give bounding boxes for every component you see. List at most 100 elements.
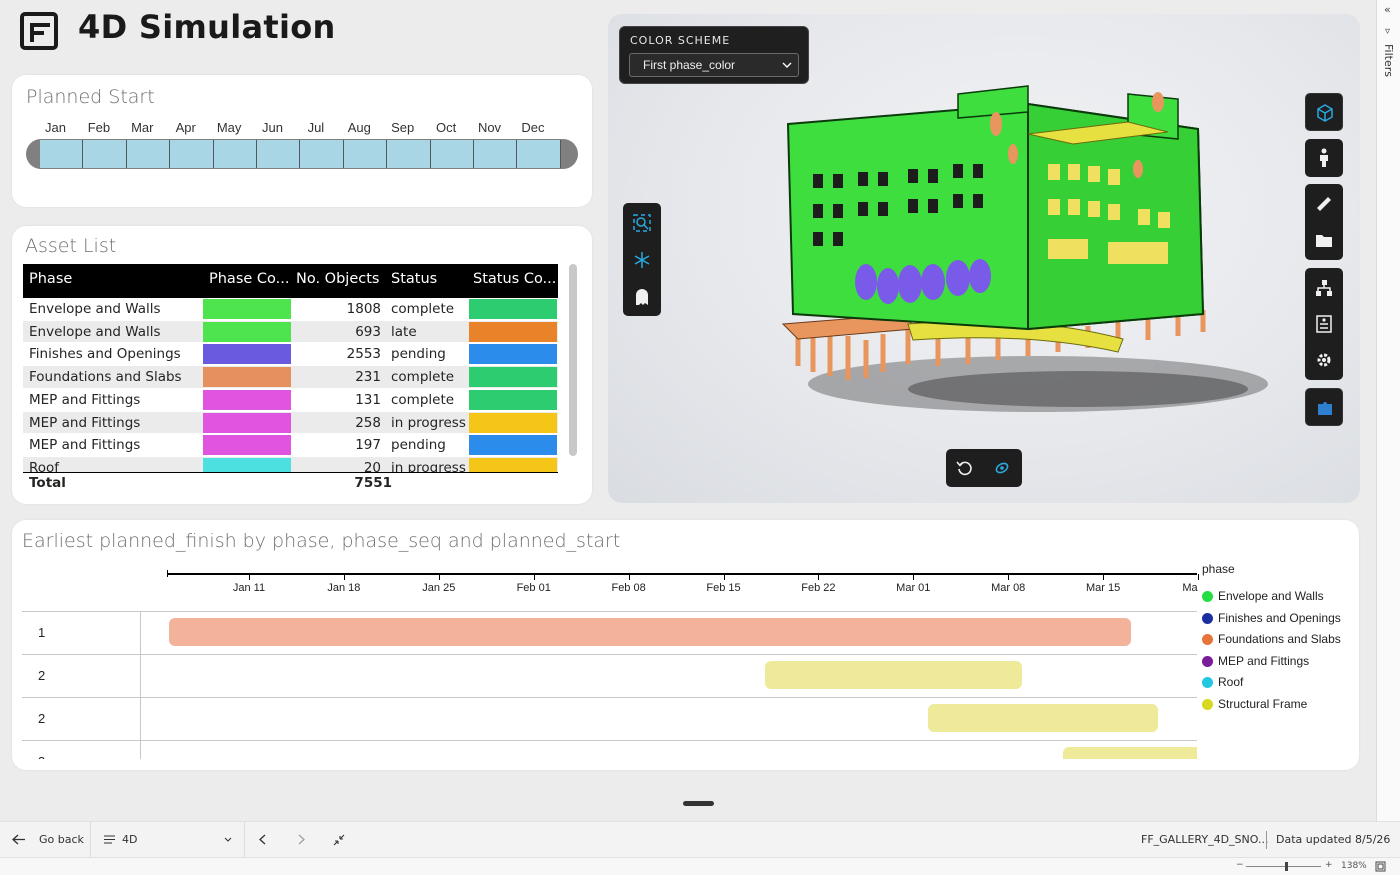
month-cell[interactable]: [126, 140, 171, 168]
month-cell[interactable]: [474, 140, 518, 168]
expand-filters-icon[interactable]: «: [1384, 3, 1391, 16]
axis-tick: [533, 574, 535, 580]
go-back-label: Go back: [39, 833, 84, 846]
month-cell[interactable]: [387, 140, 431, 168]
row-divider: [140, 655, 141, 698]
total-label: Total: [29, 475, 66, 491]
gantt-bar[interactable]: [765, 661, 1022, 689]
app-logo-icon: [20, 12, 58, 50]
next-page-icon[interactable]: [297, 834, 305, 845]
fit-page-icon[interactable]: [1375, 861, 1386, 872]
explode-button[interactable]: [624, 242, 660, 278]
column-header-phase-color[interactable]: Phase Co...: [209, 271, 289, 287]
zoom-level: 138%: [1341, 861, 1367, 871]
properties-icon: [1316, 315, 1332, 333]
reset-view-button[interactable]: [947, 450, 983, 486]
legend-title: phase: [1202, 562, 1235, 576]
collapse-icon[interactable]: [333, 834, 345, 846]
zoom-slider-thumb[interactable]: [1285, 862, 1288, 871]
walk-mode-button[interactable]: [1305, 139, 1343, 177]
axis-tick: [343, 574, 345, 580]
chevron-down-icon: [224, 837, 232, 842]
color-scheme-dropdown[interactable]: First phase_color: [629, 53, 799, 77]
measure-section-group: [1305, 184, 1343, 260]
month-slicer[interactable]: [26, 139, 578, 169]
zoom-out-icon[interactable]: −: [1236, 860, 1244, 870]
zoom-slider[interactable]: [1246, 866, 1321, 867]
axis-tick: [913, 574, 915, 580]
cell-status: complete: [391, 301, 455, 317]
gantt-bar[interactable]: [1063, 747, 1197, 759]
column-header-status-color[interactable]: Status Co...: [473, 271, 556, 287]
month-cell[interactable]: [83, 140, 127, 168]
month-label: Dec: [521, 120, 545, 135]
cell-objects: 258: [355, 414, 381, 431]
ghost-button[interactable]: [624, 279, 660, 315]
filters-pane[interactable]: « ▿ Filters: [1376, 0, 1400, 821]
filter-icon: ▿: [1385, 26, 1391, 37]
gantt-row-label: 3: [38, 754, 45, 759]
month-cell[interactable]: [40, 140, 84, 168]
cell-phase: Foundations and Slabs: [29, 369, 182, 386]
table-row[interactable]: MEP and Fittings 131 complete: [23, 388, 558, 412]
model-tools-group: [1305, 268, 1343, 380]
cell-objects: 693: [355, 323, 381, 340]
gantt-row: 3: [22, 740, 1197, 759]
gantt-row: 2: [22, 654, 1197, 698]
filters-label: Filters: [1382, 44, 1395, 77]
table-scrollbar[interactable]: [569, 264, 577, 456]
drag-handle[interactable]: [683, 801, 714, 806]
page-selector[interactable]: 4D: [104, 831, 234, 849]
table-row[interactable]: Envelope and Walls 1808 complete: [23, 298, 558, 321]
building-model[interactable]: [608, 14, 1360, 503]
column-header-phase[interactable]: Phase: [29, 271, 72, 287]
cell-phase: MEP and Fittings: [29, 437, 141, 454]
phase-color-swatch: [203, 299, 291, 319]
month-cell[interactable]: [300, 140, 344, 168]
table-row[interactable]: MEP and Fittings 258 in progress: [23, 411, 558, 435]
gantt-bar[interactable]: [169, 618, 1131, 646]
model-browser-button[interactable]: [1306, 270, 1342, 306]
zoom-fit-icon: [633, 214, 651, 232]
zoom-fit-button[interactable]: [624, 205, 660, 241]
cell-status: in progress: [391, 459, 466, 472]
column-header-objects[interactable]: No. Objects: [296, 271, 379, 287]
gantt-bar[interactable]: [928, 704, 1158, 732]
settings-button[interactable]: [1306, 342, 1342, 378]
column-header-status[interactable]: Status: [391, 271, 437, 287]
gantt-row-label: 2: [38, 668, 46, 683]
month-cell[interactable]: [343, 140, 388, 168]
3d-viewer[interactable]: COLOR SCHEME First phase_color: [608, 14, 1360, 503]
section-button[interactable]: [1306, 222, 1342, 258]
chevron-down-icon: [782, 62, 792, 68]
month-cell[interactable]: [213, 140, 257, 168]
axis-tick-label: Jan 25: [422, 582, 456, 594]
footer-divider: [1266, 831, 1267, 849]
phase-color-swatch: [203, 367, 291, 388]
gantt-row: 1: [22, 611, 1197, 655]
previous-page-icon[interactable]: [259, 834, 267, 845]
gantt-row-label: 2: [38, 711, 46, 726]
measure-button[interactable]: [1306, 186, 1342, 222]
orbit-button[interactable]: [984, 450, 1020, 486]
table-row[interactable]: Foundations and Slabs 231 complete: [23, 366, 558, 389]
view-cube-button[interactable]: [1305, 93, 1343, 131]
status-color-swatch: [469, 457, 557, 472]
row-divider: [140, 741, 141, 759]
properties-button[interactable]: [1306, 306, 1342, 342]
cell-phase: Finishes and Openings: [29, 346, 181, 363]
month-cell[interactable]: [430, 140, 474, 168]
month-cell[interactable]: [517, 140, 561, 168]
extensions-button[interactable]: [1305, 388, 1343, 426]
table-row[interactable]: MEP and Fittings 197 pending: [23, 434, 558, 457]
table-row[interactable]: Finishes and Openings 2553 pending: [23, 343, 558, 367]
zoom-in-icon[interactable]: +: [1325, 860, 1333, 870]
page-name: 4D: [122, 833, 138, 846]
axis-tick-label: Mar 08: [991, 582, 1026, 594]
month-cell[interactable]: [257, 140, 301, 168]
month-cell[interactable]: [170, 140, 214, 168]
total-value: 7551: [354, 475, 392, 491]
table-row[interactable]: Envelope and Walls 693 late: [23, 320, 558, 344]
cell-status: in progress: [391, 414, 466, 431]
table-row[interactable]: Roof 20 in progress: [23, 456, 558, 472]
